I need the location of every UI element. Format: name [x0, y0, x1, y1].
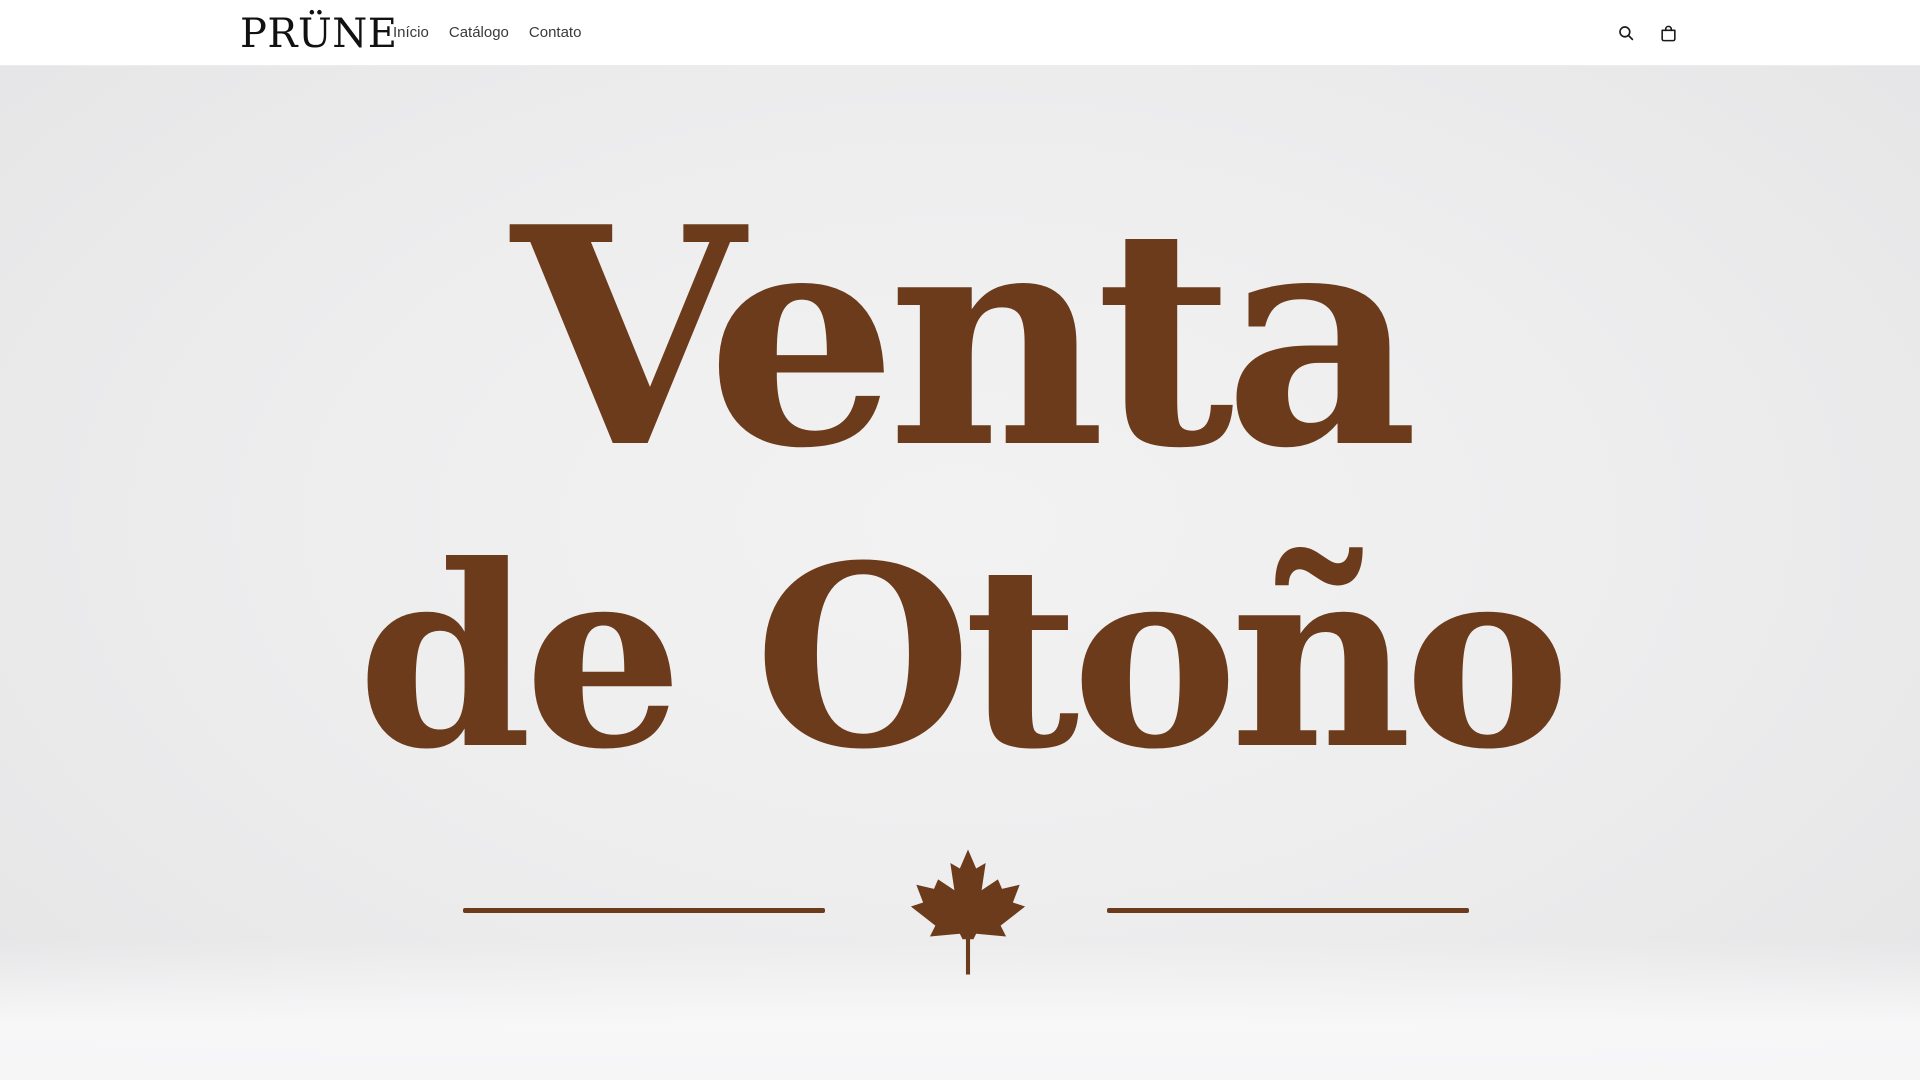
- header-container: PRÜNE Início Catálogo Contato: [240, 0, 1680, 66]
- ornament-rule-right: [1107, 908, 1469, 913]
- nav-link-catalogo[interactable]: Catálogo: [449, 22, 509, 44]
- search-icon: [1619, 26, 1634, 41]
- maple-leaf-icon: [910, 849, 1026, 975]
- search-button[interactable]: [1614, 21, 1638, 45]
- brand-logo[interactable]: PRÜNE: [240, 10, 397, 58]
- hero-banner[interactable]: Venta de Otoño: [0, 66, 1920, 1080]
- nav-link-contato[interactable]: Contato: [529, 22, 582, 44]
- ornament-rule-left: [463, 908, 825, 913]
- nav-link-inicio[interactable]: Início: [393, 22, 429, 44]
- cart-button[interactable]: [1656, 21, 1680, 45]
- site-header: PRÜNE Início Catálogo Contato: [0, 0, 1920, 66]
- hero-title-line-1: Venta: [511, 161, 1418, 514]
- main-nav: Início Catálogo Contato: [393, 22, 581, 44]
- hero-title-line-2: de Otoño: [357, 510, 1570, 804]
- shopping-bag-icon: [1660, 25, 1676, 41]
- header-actions: [1614, 21, 1680, 45]
